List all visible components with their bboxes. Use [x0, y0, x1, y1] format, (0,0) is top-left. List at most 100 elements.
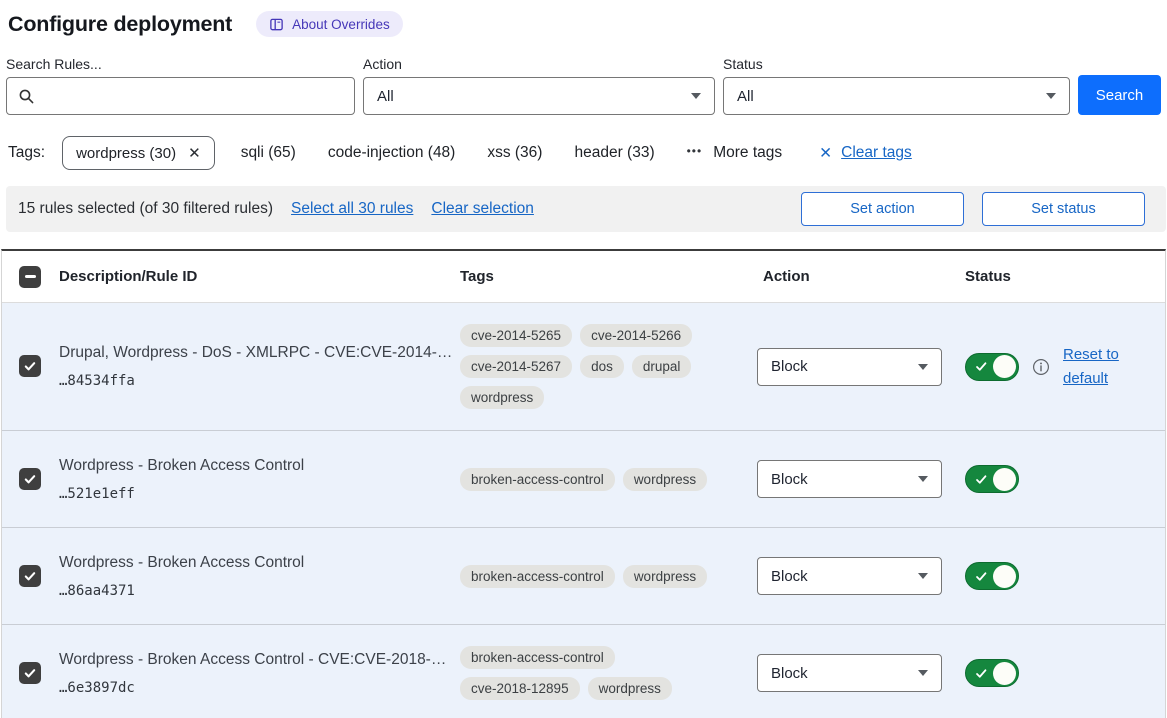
rules-table: Description/Rule ID Tags Action Status D…: [1, 249, 1166, 718]
table-row: Wordpress - Broken Access Control - CVE:…: [2, 625, 1165, 718]
checkmark-icon: [23, 359, 37, 373]
more-tags-button[interactable]: ••• More tags: [687, 144, 783, 162]
ellipsis-icon: •••: [687, 144, 703, 158]
tag-filter-item[interactable]: header (33): [574, 144, 654, 162]
chevron-down-icon: [918, 364, 928, 370]
toggle-knob: [993, 468, 1016, 491]
checkmark-icon: [23, 569, 37, 583]
rule-action-value: Block: [771, 665, 808, 682]
info-icon[interactable]: [1032, 358, 1050, 376]
rule-tags: cve-2014-5265cve-2014-5266cve-2014-5267d…: [460, 303, 710, 430]
rule-action-select[interactable]: Block: [757, 460, 942, 498]
about-overrides-badge[interactable]: About Overrides: [256, 11, 403, 37]
search-icon: [18, 88, 35, 105]
rule-action-value: Block: [771, 568, 808, 585]
rule-action-select[interactable]: Block: [757, 348, 942, 386]
rule-tags: broken-access-control wordpress: [460, 447, 710, 512]
clear-tags-link[interactable]: ✕ Clear tags: [819, 144, 912, 163]
tags-bar: Tags: wordpress (30) ✕ sqli (65) code-inj…: [0, 136, 1167, 170]
rule-description: Wordpress - Broken Access Control - CVE:…: [59, 651, 460, 669]
tag-pill: broken-access-control: [460, 565, 615, 588]
search-button[interactable]: Search: [1078, 75, 1161, 115]
column-header-status: Status: [962, 268, 1165, 285]
tag-pill: cve-2014-5265: [460, 324, 572, 347]
status-toggle[interactable]: [965, 465, 1019, 493]
row-checkbox[interactable]: [19, 565, 41, 587]
checkmark-icon: [23, 472, 37, 486]
checkmark-icon: [23, 666, 37, 680]
row-checkbox[interactable]: [19, 662, 41, 684]
toggle-knob: [993, 355, 1016, 378]
row-checkbox[interactable]: [19, 355, 41, 377]
chevron-down-icon: [918, 573, 928, 579]
about-overrides-label: About Overrides: [292, 17, 390, 32]
column-header-tags: Tags: [460, 268, 757, 285]
checkmark-icon: [975, 667, 988, 680]
status-toggle[interactable]: [965, 353, 1019, 381]
tag-filter-item[interactable]: code-injection (48): [328, 144, 456, 162]
tag-filter-item[interactable]: sqli (65): [241, 144, 296, 162]
select-all-checkbox[interactable]: [19, 266, 41, 288]
action-filter: Action All: [363, 56, 715, 115]
tag-filter-list: sqli (65) code-injection (48) xss (36) head…: [241, 144, 655, 162]
table-header: Description/Rule ID Tags Action Status: [2, 251, 1165, 303]
checkmark-icon: [975, 473, 988, 486]
status-toggle[interactable]: [965, 562, 1019, 590]
rule-tags: broken-access-control wordpress: [460, 544, 710, 609]
select-all-link[interactable]: Select all 30 rules: [291, 200, 413, 218]
table-row: Wordpress - Broken Access Control …521e1…: [2, 431, 1165, 528]
configure-deployment-page: Configure deployment About Overrides Sea…: [0, 0, 1167, 718]
rule-description: Drupal, Wordpress - DoS - XMLRPC - CVE:C…: [59, 344, 460, 362]
rule-description: Wordpress - Broken Access Control: [59, 457, 460, 475]
table-row: Wordpress - Broken Access Control …86aa4…: [2, 528, 1165, 625]
filters-bar: Search Rules... Action All Status All Se…: [0, 56, 1167, 115]
rule-action-select[interactable]: Block: [757, 557, 942, 595]
set-action-button[interactable]: Set action: [801, 192, 964, 226]
row-checkbox[interactable]: [19, 468, 41, 490]
status-filter: Status All: [723, 56, 1070, 115]
selection-summary: 15 rules selected (of 30 filtered rules): [18, 200, 273, 218]
book-icon: [269, 17, 284, 32]
set-status-button[interactable]: Set status: [982, 192, 1145, 226]
rule-action-value: Block: [771, 471, 808, 488]
search-rules-box[interactable]: [6, 77, 355, 115]
more-tags-label: More tags: [713, 144, 782, 162]
column-header-action: Action: [757, 268, 962, 285]
title-row: Configure deployment About Overrides: [0, 0, 1167, 37]
rule-description: Wordpress - Broken Access Control: [59, 554, 460, 572]
clear-selection-link[interactable]: Clear selection: [431, 200, 534, 218]
chevron-down-icon: [1046, 93, 1056, 99]
tag-pill: drupal: [632, 355, 692, 378]
rule-id: …86aa4371: [59, 583, 460, 599]
tag-pill: broken-access-control: [460, 646, 615, 669]
rule-tags: broken-access-control cve-2018-12895 wordp…: [460, 625, 710, 718]
status-filter-label: Status: [723, 56, 1070, 72]
selected-tag-wordpress[interactable]: wordpress (30) ✕: [62, 136, 215, 170]
table-row: Drupal, Wordpress - DoS - XMLRPC - CVE:C…: [2, 303, 1165, 431]
tag-filter-item[interactable]: xss (36): [487, 144, 542, 162]
rule-action-value: Block: [771, 358, 808, 375]
chevron-down-icon: [918, 476, 928, 482]
status-filter-select[interactable]: All: [723, 77, 1070, 115]
reset-to-default-link[interactable]: Reset to default: [1063, 343, 1127, 391]
search-rules-input[interactable]: [43, 88, 354, 105]
tags-label: Tags:: [8, 144, 45, 162]
rule-action-select[interactable]: Block: [757, 654, 942, 692]
status-toggle[interactable]: [965, 659, 1019, 687]
toggle-knob: [993, 565, 1016, 588]
tag-pill: broken-access-control: [460, 468, 615, 491]
selected-tag-label: wordpress (30): [76, 145, 176, 162]
tag-pill: wordpress: [623, 565, 707, 588]
action-filter-select[interactable]: All: [363, 77, 715, 115]
rule-id: …6e3897dc: [59, 680, 460, 696]
tag-pill: wordpress: [623, 468, 707, 491]
chevron-down-icon: [691, 93, 701, 99]
checkmark-icon: [975, 360, 988, 373]
close-icon: ✕: [819, 144, 832, 163]
checkmark-icon: [975, 570, 988, 583]
tag-pill: wordpress: [588, 677, 672, 700]
tag-pill: cve-2018-12895: [460, 677, 580, 700]
remove-tag-icon[interactable]: ✕: [188, 144, 201, 162]
rule-id: …84534ffa: [59, 373, 460, 389]
tag-pill: wordpress: [460, 386, 544, 409]
